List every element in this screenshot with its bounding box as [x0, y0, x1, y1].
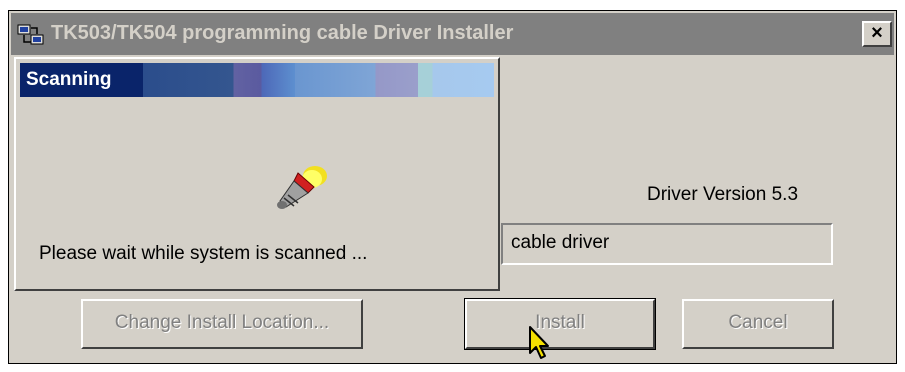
install-location-text: cable driver — [511, 232, 610, 253]
driver-version-label: Driver Version 5.3 — [647, 184, 799, 205]
window-title: TK503/TK504 programming cable Driver Ins… — [51, 22, 514, 44]
arrow-cursor-icon — [529, 326, 549, 359]
change-install-location-button[interactable]: Change Install Location... — [81, 299, 363, 349]
cancel-button[interactable]: Cancel — [682, 299, 834, 349]
flashlight-icon — [277, 166, 327, 209]
scanning-title: Scanning — [26, 69, 112, 90]
scanning-title-bar[interactable]: Scanning — [20, 63, 494, 97]
cancel-label: Cancel — [728, 312, 788, 333]
scanning-dialog: Scanning Please wait while system is sca… — [14, 57, 500, 291]
install-location-field[interactable]: cable driver — [501, 223, 833, 265]
title-bar[interactable]: TK503/TK504 programming cable Driver Ins… — [11, 13, 894, 55]
scanning-message: Please wait while system is scanned ... — [39, 243, 368, 264]
install-label: Install — [535, 312, 585, 333]
change-install-location-label: Change Install Location... — [114, 312, 330, 333]
close-button[interactable]: × — [862, 21, 892, 47]
installer-app-icon — [17, 24, 44, 45]
install-button[interactable]: Install — [464, 298, 656, 350]
